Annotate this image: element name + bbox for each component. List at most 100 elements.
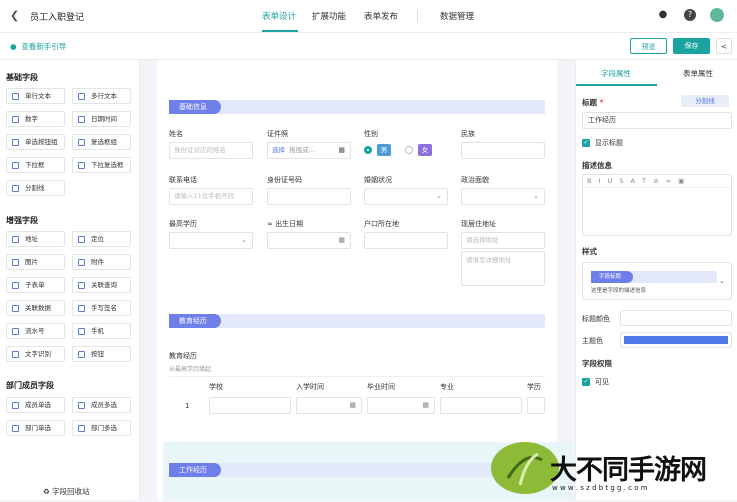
theme-color-picker[interactable] <box>620 332 732 348</box>
share-icon[interactable]: < <box>716 38 732 54</box>
enhanced-field-chip[interactable]: 地址 <box>6 231 65 247</box>
visible-checkbox[interactable]: ✓ <box>582 378 590 386</box>
phone-input[interactable]: 请输入11位手机号码 <box>169 188 253 205</box>
field-type-icon <box>12 402 19 409</box>
dept-field-chip[interactable]: 部门多选 <box>72 420 131 436</box>
enhanced-field-chip[interactable]: 按钮 <box>72 346 131 362</box>
enhanced-field-chip[interactable]: 子表单 <box>6 277 65 293</box>
cert-select-link[interactable]: 选择 <box>272 146 285 154</box>
section-bar-basic[interactable]: 基础信息 <box>169 100 545 114</box>
field-type-icon <box>12 116 19 123</box>
cert-drag-hint: 拖拽或... <box>289 146 315 154</box>
dept-field-chip[interactable]: 成员多选 <box>72 397 131 413</box>
gender-female-tag: 女 <box>418 144 432 156</box>
enhanced-field-chip[interactable]: 流水号 <box>6 323 65 339</box>
chevron-down-icon: ⌄ <box>533 192 539 200</box>
chevron-down-icon: ⌄ <box>436 192 442 200</box>
title-prop-label: 标题 * <box>582 98 604 107</box>
start-date-cell[interactable]: ▦ <box>296 397 362 414</box>
qr-code-icon[interactable]: ▦ <box>338 143 345 158</box>
guide-label: 查看新手引导 <box>21 42 67 51</box>
tab-form-design[interactable]: 表单设计 <box>262 10 296 22</box>
help-icon[interactable]: ? <box>684 9 696 21</box>
basic-field-chip[interactable]: 分割线 <box>6 180 65 196</box>
basic-field-chip[interactable]: 日期时间 <box>72 111 131 127</box>
back-arrow-icon[interactable]: ❮ <box>10 9 19 22</box>
address-select[interactable]: 请选择地址 <box>461 232 545 249</box>
cert-photo-upload[interactable]: 选择 拖拽或... ▦ <box>267 142 351 159</box>
desc-editor[interactable]: B I U S A T ⊘ ∞ ▣ <box>582 174 732 236</box>
editor-toolbar[interactable]: B I U S A T ⊘ ∞ ▣ <box>583 175 731 188</box>
basic-field-chip[interactable]: 单行文本 <box>6 88 65 104</box>
desc-label: 描述信息 <box>582 161 612 170</box>
field-chip-label: 部门多选 <box>91 424 117 432</box>
enhanced-field-chip[interactable]: 关联数据 <box>6 300 65 316</box>
title-prop-text: 标题 <box>582 98 597 107</box>
major-cell[interactable] <box>440 397 522 414</box>
enhanced-field-chip[interactable]: 文字识别 <box>6 346 65 362</box>
gender-male-radio[interactable] <box>364 146 372 154</box>
end-date-cell[interactable]: ▦ <box>367 397 435 414</box>
section-bar-education[interactable]: 教育经历 <box>169 314 545 328</box>
school-cell[interactable] <box>209 397 291 414</box>
basic-field-chip[interactable]: 多行文本 <box>72 88 131 104</box>
field-type-icon <box>78 305 85 312</box>
enhanced-field-chip[interactable]: 关联查询 <box>72 277 131 293</box>
address-detail-input[interactable]: 请填写详细地址 <box>461 251 545 286</box>
marital-select[interactable]: ⌄ <box>364 188 448 205</box>
name-input[interactable]: 身份证对应的姓名 <box>169 142 253 159</box>
birth-date-input[interactable]: ▦ <box>267 232 351 249</box>
field-type-icon <box>78 116 85 123</box>
hukou-input[interactable] <box>364 232 448 249</box>
sub-toolbar: ● 查看新手引导 预览 保存 < <box>0 33 737 60</box>
dept-field-chip[interactable]: 成员单选 <box>6 397 65 413</box>
degree-cell[interactable] <box>527 397 545 414</box>
dept-field-chip[interactable]: 部门单选 <box>6 420 65 436</box>
address-label: 现居住地址 <box>461 220 496 228</box>
id-number-input[interactable] <box>267 188 351 205</box>
enhanced-field-chip[interactable]: 手机 <box>72 323 131 339</box>
enhanced-field-chip[interactable]: 定位 <box>72 231 131 247</box>
basic-fields-title: 基础字段 <box>6 73 38 82</box>
dept-fields-title: 部门成员字段 <box>6 381 54 390</box>
gender-female-radio[interactable] <box>405 146 413 154</box>
title-color-picker[interactable] <box>620 310 732 326</box>
basic-field-chip[interactable]: 单选按钮组 <box>6 134 65 150</box>
col-start-date: 入学时间 <box>296 383 324 391</box>
education-select[interactable]: ⌄ <box>169 232 253 249</box>
tab-data-management[interactable]: 数据管理 <box>440 10 474 22</box>
save-button[interactable]: 保存 <box>673 38 710 54</box>
section-title-basic: 基础信息 <box>169 100 221 114</box>
field-recycle-bin[interactable]: ♻ 字段回收站 <box>43 486 90 497</box>
style-preview-desc: 这里是字段的描述信息 <box>591 288 647 294</box>
field-type-icon <box>78 259 85 266</box>
field-chip-label: 关联查询 <box>91 281 117 289</box>
enhanced-field-chip[interactable]: 手写签名 <box>72 300 131 316</box>
field-chip-label: 附件 <box>91 258 104 266</box>
basic-field-chip[interactable]: 下拉框 <box>6 157 65 173</box>
basic-field-chip[interactable]: 下拉复选框 <box>72 157 131 173</box>
field-chip-label: 日期时间 <box>91 115 117 123</box>
enhanced-field-chip[interactable]: 附件 <box>72 254 131 270</box>
basic-field-chip[interactable]: 复选框组 <box>72 134 131 150</box>
political-select[interactable]: ⌄ <box>461 188 545 205</box>
enhanced-field-chip[interactable]: 图片 <box>6 254 65 270</box>
tab-form-props[interactable]: 表单属性 <box>683 68 713 79</box>
tab-publish[interactable]: 表单发布 <box>364 10 398 22</box>
style-select[interactable]: 字段标题 这里是字段的描述信息 ⌄ <box>582 262 732 300</box>
title-input[interactable]: 工作经历 <box>582 112 732 129</box>
divider-button[interactable]: 分割线 <box>681 95 729 107</box>
show-title-checkbox[interactable]: ✓ <box>582 139 590 147</box>
gender-label: 性别 <box>364 130 378 138</box>
guide-link[interactable]: ● 查看新手引导 <box>10 41 66 52</box>
ethnic-input[interactable] <box>461 142 545 159</box>
tab-extensions[interactable]: 扩展功能 <box>312 10 346 22</box>
recycle-label: 字段回收站 <box>52 487 90 496</box>
bell-icon[interactable]: ● <box>657 9 669 21</box>
field-chip-label: 子表单 <box>25 281 45 289</box>
basic-field-chip[interactable]: 数字 <box>6 111 65 127</box>
tab-field-props[interactable]: 字段属性 <box>601 68 631 79</box>
avatar[interactable] <box>710 8 724 22</box>
calendar-icon: ▦ <box>422 401 429 409</box>
preview-button[interactable]: 预览 <box>630 38 667 54</box>
